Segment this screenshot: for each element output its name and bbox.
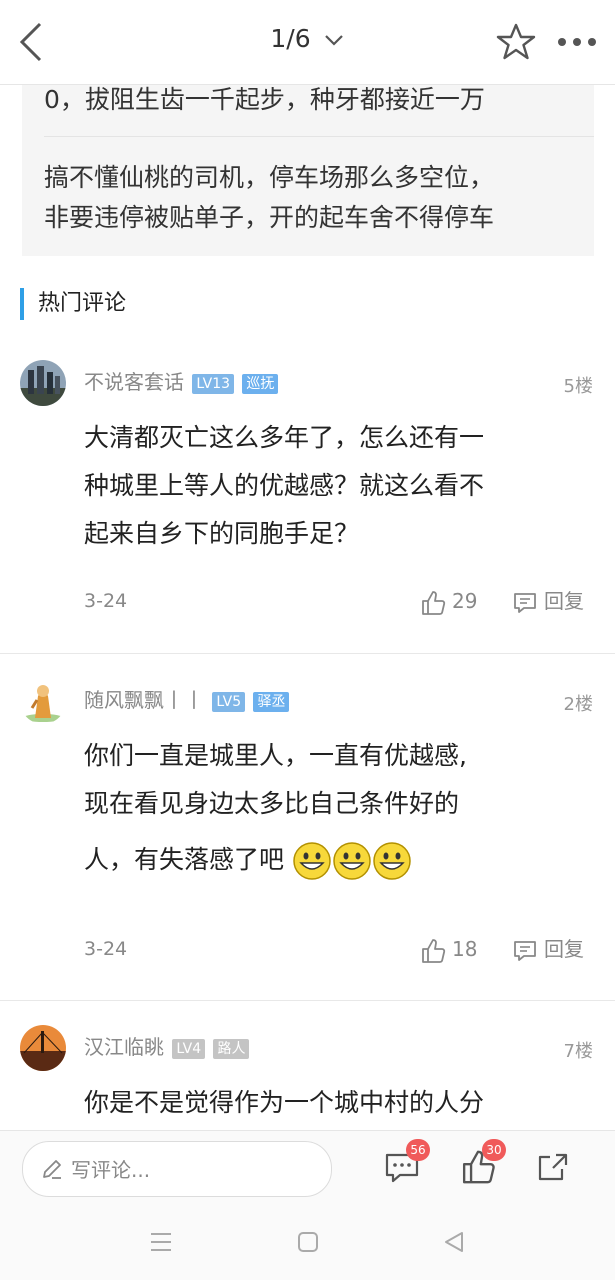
divider (0, 1000, 615, 1001)
comment-text: 你是不是觉得作为一个城中村的人分 (84, 1079, 584, 1127)
home-icon[interactable] (296, 1230, 320, 1254)
title-badge: 驿丞 (253, 691, 290, 712)
write-comment-input[interactable]: 写评论... (22, 1141, 332, 1197)
comment-user-row: 不说客套话 LV13 巡抚 (84, 368, 279, 396)
username[interactable]: 汉江临眺 (84, 1035, 164, 1059)
comment-count-badge: 56 (406, 1139, 430, 1161)
top-bar: 1/6 (0, 0, 615, 85)
grin-emoji-icon (293, 842, 331, 880)
comment-line: 现在看见身边太多比自己条件好的 (84, 789, 460, 818)
like-count-badge: 30 (482, 1139, 506, 1161)
reply-label: 回复 (544, 589, 584, 613)
grin-emoji-icon (333, 842, 371, 880)
level-badge: LV13 (192, 373, 235, 394)
reply-icon (514, 592, 536, 613)
reply-button[interactable]: 回复 (512, 586, 584, 616)
comment-line: 人，有失落感了吧 (84, 845, 285, 874)
comment-count-button[interactable]: 56 (384, 1139, 430, 1189)
star-icon[interactable] (496, 22, 536, 62)
avatar[interactable] (20, 678, 66, 724)
comment-date: 3-24 (84, 590, 128, 612)
divider (44, 136, 594, 137)
system-nav-bar (0, 1206, 615, 1280)
thumbs-up-icon (422, 938, 446, 963)
share-icon (538, 1153, 568, 1181)
divider (0, 653, 615, 654)
chevron-down-icon (324, 35, 343, 46)
like-count: 29 (452, 589, 478, 613)
level-badge: LV5 (212, 691, 246, 712)
comment-line: 大清都灭亡这么多年了，怎么还有一 (84, 423, 485, 452)
write-comment-placeholder: 写评论... (71, 1158, 151, 1182)
quoted-comment-text: 搞不懂仙桃的司机，停车场那么多空位， (44, 163, 495, 192)
comment-line: 你们一直是城里人，一直有优越感, (84, 741, 467, 770)
like-article-button[interactable]: 30 (460, 1139, 506, 1189)
bottom-action-bar: 写评论... 56 30 (0, 1130, 615, 1207)
reply-icon (514, 940, 536, 961)
username[interactable]: 不说客套话 (84, 370, 184, 394)
comment-line: 起来自乡下的同胞手足？ (84, 519, 360, 548)
comment-user-row: 汉江临眺 LV4 路人 (84, 1033, 250, 1061)
reply-button[interactable]: 回复 (512, 934, 584, 964)
level-badge: LV4 (172, 1038, 206, 1059)
hot-comments-title: 热门评论 (20, 288, 126, 320)
grin-emoji-icon (373, 842, 411, 880)
quoted-comment-text: 非要违停被贴单子，开的起车舍不得停车 (44, 203, 495, 232)
thumbs-up-icon (422, 590, 446, 615)
avatar[interactable] (20, 360, 66, 406)
comment-text: 大清都灭亡这么多年了，怎么还有一 种城里上等人的优越感？就这么看不 起来自乡下的… (84, 414, 584, 558)
reply-label: 回复 (544, 937, 584, 961)
back-icon[interactable] (442, 1230, 466, 1254)
pen-icon (43, 1160, 61, 1179)
like-button[interactable]: 18 (420, 934, 477, 964)
comment-user-row: 随风飘飘丨丨 LV5 驿丞 (84, 686, 290, 714)
like-count: 18 (452, 937, 478, 961)
quoted-comment-text: 0，拔阻生齿一千起步，种牙都接近一万 (44, 85, 485, 114)
username[interactable]: 随风飘飘丨丨 (84, 688, 204, 712)
share-button[interactable] (536, 1149, 572, 1189)
floor-number: 5楼 (563, 376, 593, 397)
quoted-comments-box: 0，拔阻生齿一千起步，种牙都接近一万 搞不懂仙桃的司机，停车场那么多空位， 非要… (22, 84, 594, 256)
avatar[interactable] (20, 1025, 66, 1071)
like-button[interactable]: 29 (420, 586, 477, 616)
more-icon[interactable] (556, 36, 598, 48)
floor-number: 2楼 (563, 694, 593, 715)
menu-icon[interactable] (148, 1230, 174, 1254)
page-indicator-text: 1/6 (270, 24, 311, 53)
comment-date: 3-24 (84, 938, 128, 960)
floor-number: 7楼 (563, 1041, 593, 1062)
comment-line: 你是不是觉得作为一个城中村的人分 (84, 1088, 485, 1117)
title-badge: 巡抚 (242, 373, 279, 394)
comment-line: 种城里上等人的优越感？就这么看不 (84, 471, 485, 500)
title-badge: 路人 (213, 1038, 250, 1059)
comment-line-with-emoji: 人，有失落感了吧 (84, 836, 584, 884)
comment-text: 你们一直是城里人，一直有优越感, 现在看见身边太多比自己条件好的 人，有失落感了… (84, 732, 584, 884)
